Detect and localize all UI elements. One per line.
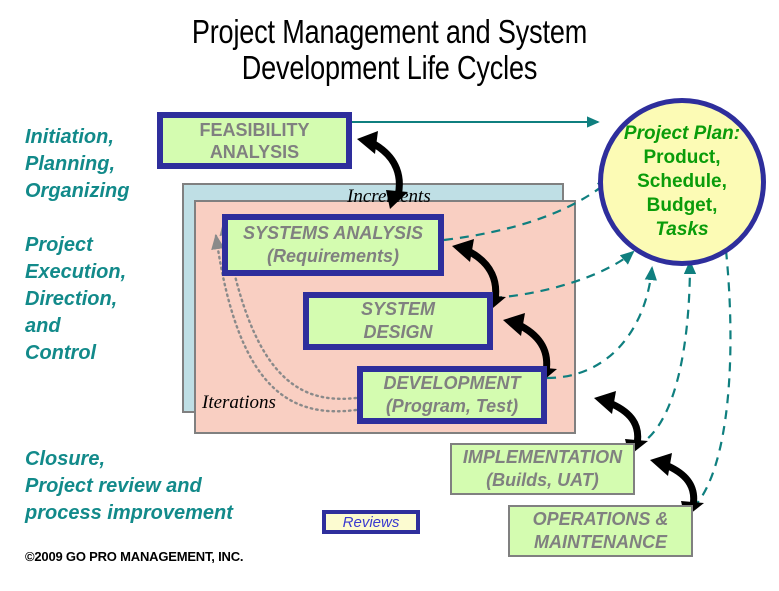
title-line-1: Project Management and System: [191, 13, 588, 50]
project-plan-circle[interactable]: Project Plan: Product, Schedule, Budget,…: [598, 98, 766, 266]
diagram-canvas: Project Management and System Developmen…: [0, 0, 779, 591]
project-plan-line-3: Schedule,: [637, 171, 727, 192]
iterations-label: Iterations: [202, 392, 276, 413]
increments-label: Increments: [347, 186, 431, 207]
box-operations-maintenance[interactable]: OPERATIONS & MAINTENANCE: [508, 505, 693, 557]
box-system-design[interactable]: SYSTEM DESIGN: [303, 292, 493, 350]
project-plan-line-5: Tasks: [655, 219, 709, 240]
legend-reviews: Reviews: [322, 510, 420, 534]
copyright-notice: ©2009 GO PRO MANAGEMENT, INC.: [25, 549, 244, 564]
page-title: Project Management and System Developmen…: [70, 14, 709, 86]
box-development[interactable]: DEVELOPMENT (Program, Test): [357, 366, 547, 424]
box-systems-analysis[interactable]: SYSTEMS ANALYSIS (Requirements): [222, 214, 444, 276]
phase-label-execution: Project Execution, Direction, and Contro…: [25, 234, 127, 364]
title-line-2: Development Life Cycles: [241, 49, 538, 86]
box-feasibility-analysis[interactable]: FEASIBILITY ANALYSIS: [157, 112, 352, 169]
phase-label-closure: Closure, Project review and process impr…: [25, 448, 233, 524]
box-implementation[interactable]: IMPLEMENTATION (Builds, UAT): [450, 443, 635, 495]
arrow-operations-to-plan: [692, 230, 732, 509]
arrow-implementation-to-plan: [634, 260, 697, 449]
phase-label-initiation: Initiation, Planning, Organizing: [25, 126, 130, 202]
project-plan-line-4: Budget,: [646, 195, 718, 216]
project-plan-line-1: Project Plan:: [623, 123, 741, 144]
project-plan-line-2: Product,: [643, 147, 721, 168]
